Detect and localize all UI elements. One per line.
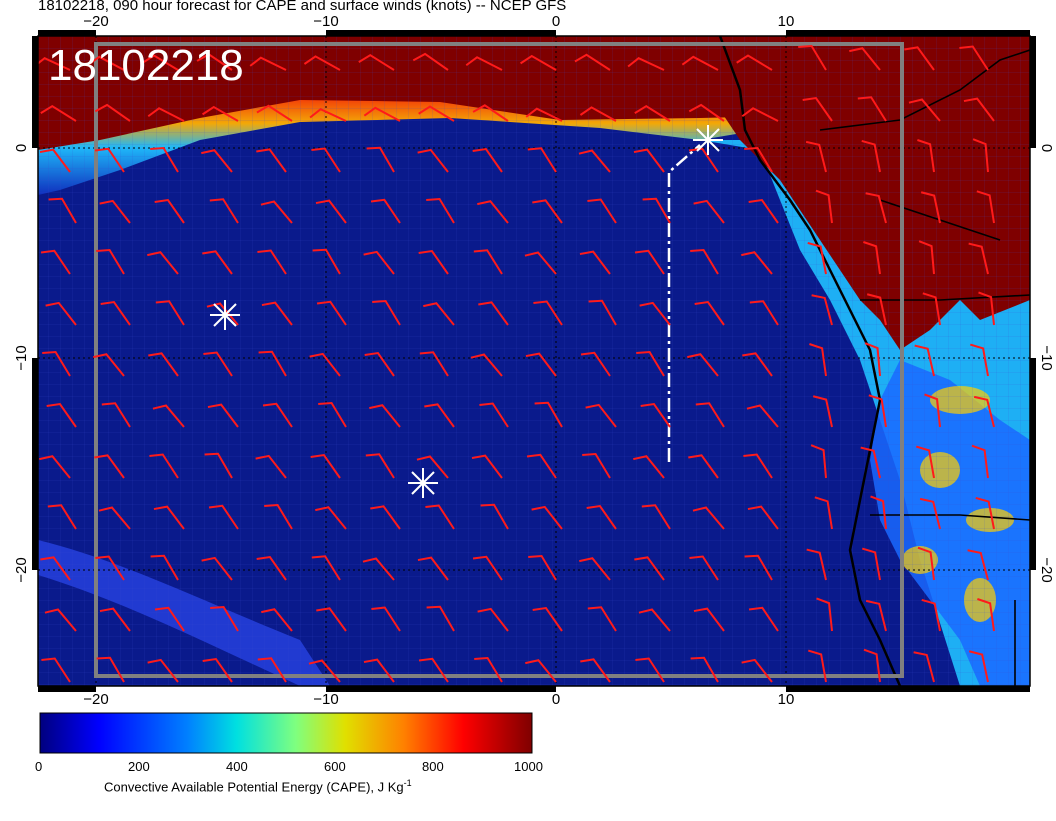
- lat-tick-left: −20: [13, 557, 30, 582]
- colorbar-tick: 400: [226, 759, 248, 774]
- lat-tick-right: −10: [1038, 345, 1055, 370]
- lon-tick-top: 0: [552, 13, 560, 30]
- asterisk-marker: [408, 468, 438, 498]
- asterisk-marker: [693, 125, 723, 155]
- lon-tick-top: −10: [313, 13, 338, 30]
- lon-tick-top: 10: [778, 13, 795, 30]
- colorbar: [39, 712, 533, 754]
- lon-tick-bottom: 10: [778, 691, 795, 708]
- lat-tick-right: 0: [1038, 144, 1055, 152]
- lat-tick-left: 0: [13, 144, 30, 152]
- colorbar-tick: 600: [324, 759, 346, 774]
- fine-grid: [38, 36, 1030, 686]
- colorbar-tick: 200: [128, 759, 150, 774]
- date-stamp: 18102218: [48, 41, 244, 90]
- colorbar-title: Convective Available Potential Energy (C…: [104, 776, 412, 794]
- cape-map: 18102218 −20 −10 0 10 −20 −10 0 10 0 −10…: [0, 0, 1056, 816]
- asterisk-marker: [210, 300, 240, 330]
- colorbar-tick: 1000: [514, 759, 543, 774]
- lat-tick-left: −10: [13, 345, 30, 370]
- lon-tick-bottom: 0: [552, 691, 560, 708]
- lon-tick-bottom: −10: [313, 691, 338, 708]
- lon-tick-bottom: −20: [83, 691, 108, 708]
- colorbar-title-text: Convective Available Potential Energy (C…: [104, 779, 404, 795]
- lon-tick-top: −20: [83, 13, 108, 30]
- colorbar-title-unit-exponent: -1: [403, 778, 412, 788]
- lat-tick-right: −20: [1038, 557, 1055, 582]
- colorbar-tick: 0: [35, 759, 43, 774]
- colorbar-tick: 800: [422, 759, 444, 774]
- map-field: [38, 36, 1030, 686]
